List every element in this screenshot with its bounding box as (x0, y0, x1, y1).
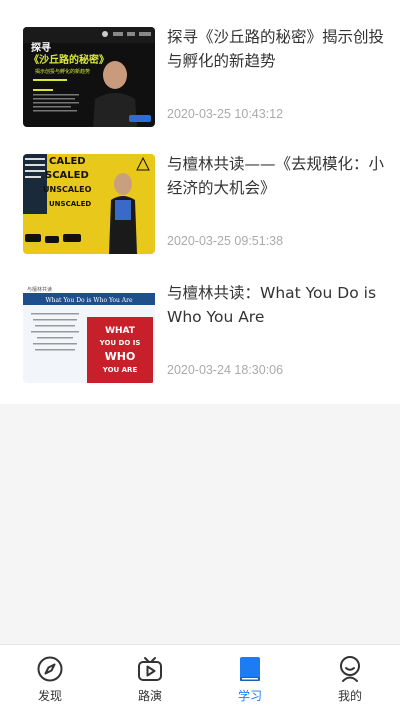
list-item[interactable]: 探寻 《沙丘路的秘密》 揭示创投与孵化的新趋势 探寻《沙丘路的秘密》揭示创投与孵… (0, 27, 400, 155)
thumb-text: SCALED (45, 170, 89, 181)
tab-mine[interactable]: 我的 (300, 645, 400, 712)
book-icon (240, 657, 260, 681)
article-timestamp: 2020-03-24 18:30:06 (167, 363, 284, 377)
thumb-text: WHO (105, 350, 136, 363)
tab-learn[interactable]: 学习 (200, 645, 300, 712)
tab-roadshow[interactable]: 路演 (100, 645, 200, 712)
thumb-text: UNSCALED (49, 200, 91, 208)
tab-label: 路演 (137, 689, 162, 703)
thumb-text: 《沙丘路的秘密》 (29, 53, 109, 66)
thumb-text: CALED (49, 156, 86, 167)
article-timestamp: 2020-03-25 09:51:38 (167, 234, 284, 248)
article-thumbnail: 与檀林共读 What You Do is Who You Are WHAT YO… (23, 283, 155, 383)
thumb-text: What You Do is Who You Are (45, 297, 133, 304)
thumb-text: YOU DO IS (99, 339, 141, 347)
compass-icon (37, 656, 63, 682)
thumb-text: 与檀林共读 (27, 286, 52, 293)
thumb-text: WHAT (105, 326, 136, 336)
user-icon (340, 656, 360, 682)
thumb-text: 探寻 (31, 41, 51, 54)
article-thumbnail: CALED SCALED UNSCALEO UNSCALED (23, 154, 155, 254)
bottom-tab-bar: 发现 路演 学习 我的 (0, 644, 400, 712)
article-title[interactable]: 探寻《沙丘路的秘密》揭示创投与孵化的新趋势 (167, 25, 385, 73)
article-title[interactable]: 与檀林共读：What You Do is Who You Are (167, 281, 385, 329)
article-list: 探寻 《沙丘路的秘密》 揭示创投与孵化的新趋势 探寻《沙丘路的秘密》揭示创投与孵… (0, 0, 400, 404)
tab-label: 发现 (37, 689, 62, 703)
article-timestamp: 2020-03-25 10:43:12 (167, 107, 284, 121)
video-play-icon (138, 657, 162, 681)
thumb-text: UNSCALEO (43, 185, 92, 194)
tab-label: 我的 (337, 689, 362, 703)
thumb-text: YOU ARE (102, 366, 138, 374)
thumb-text: 揭示创投与孵化的新趋势 (35, 68, 90, 75)
tab-discover[interactable]: 发现 (0, 645, 100, 712)
article-title[interactable]: 与檀林共读——《去规模化：小经济的大机会》 (167, 152, 385, 200)
list-item[interactable]: CALED SCALED UNSCALEO UNSCALED 与檀林共读——《去… (0, 154, 400, 282)
list-item[interactable]: 与檀林共读 What You Do is Who You Are WHAT YO… (0, 283, 400, 411)
tab-label: 学习 (237, 689, 262, 703)
article-thumbnail: 探寻 《沙丘路的秘密》 揭示创投与孵化的新趋势 (23, 27, 155, 127)
